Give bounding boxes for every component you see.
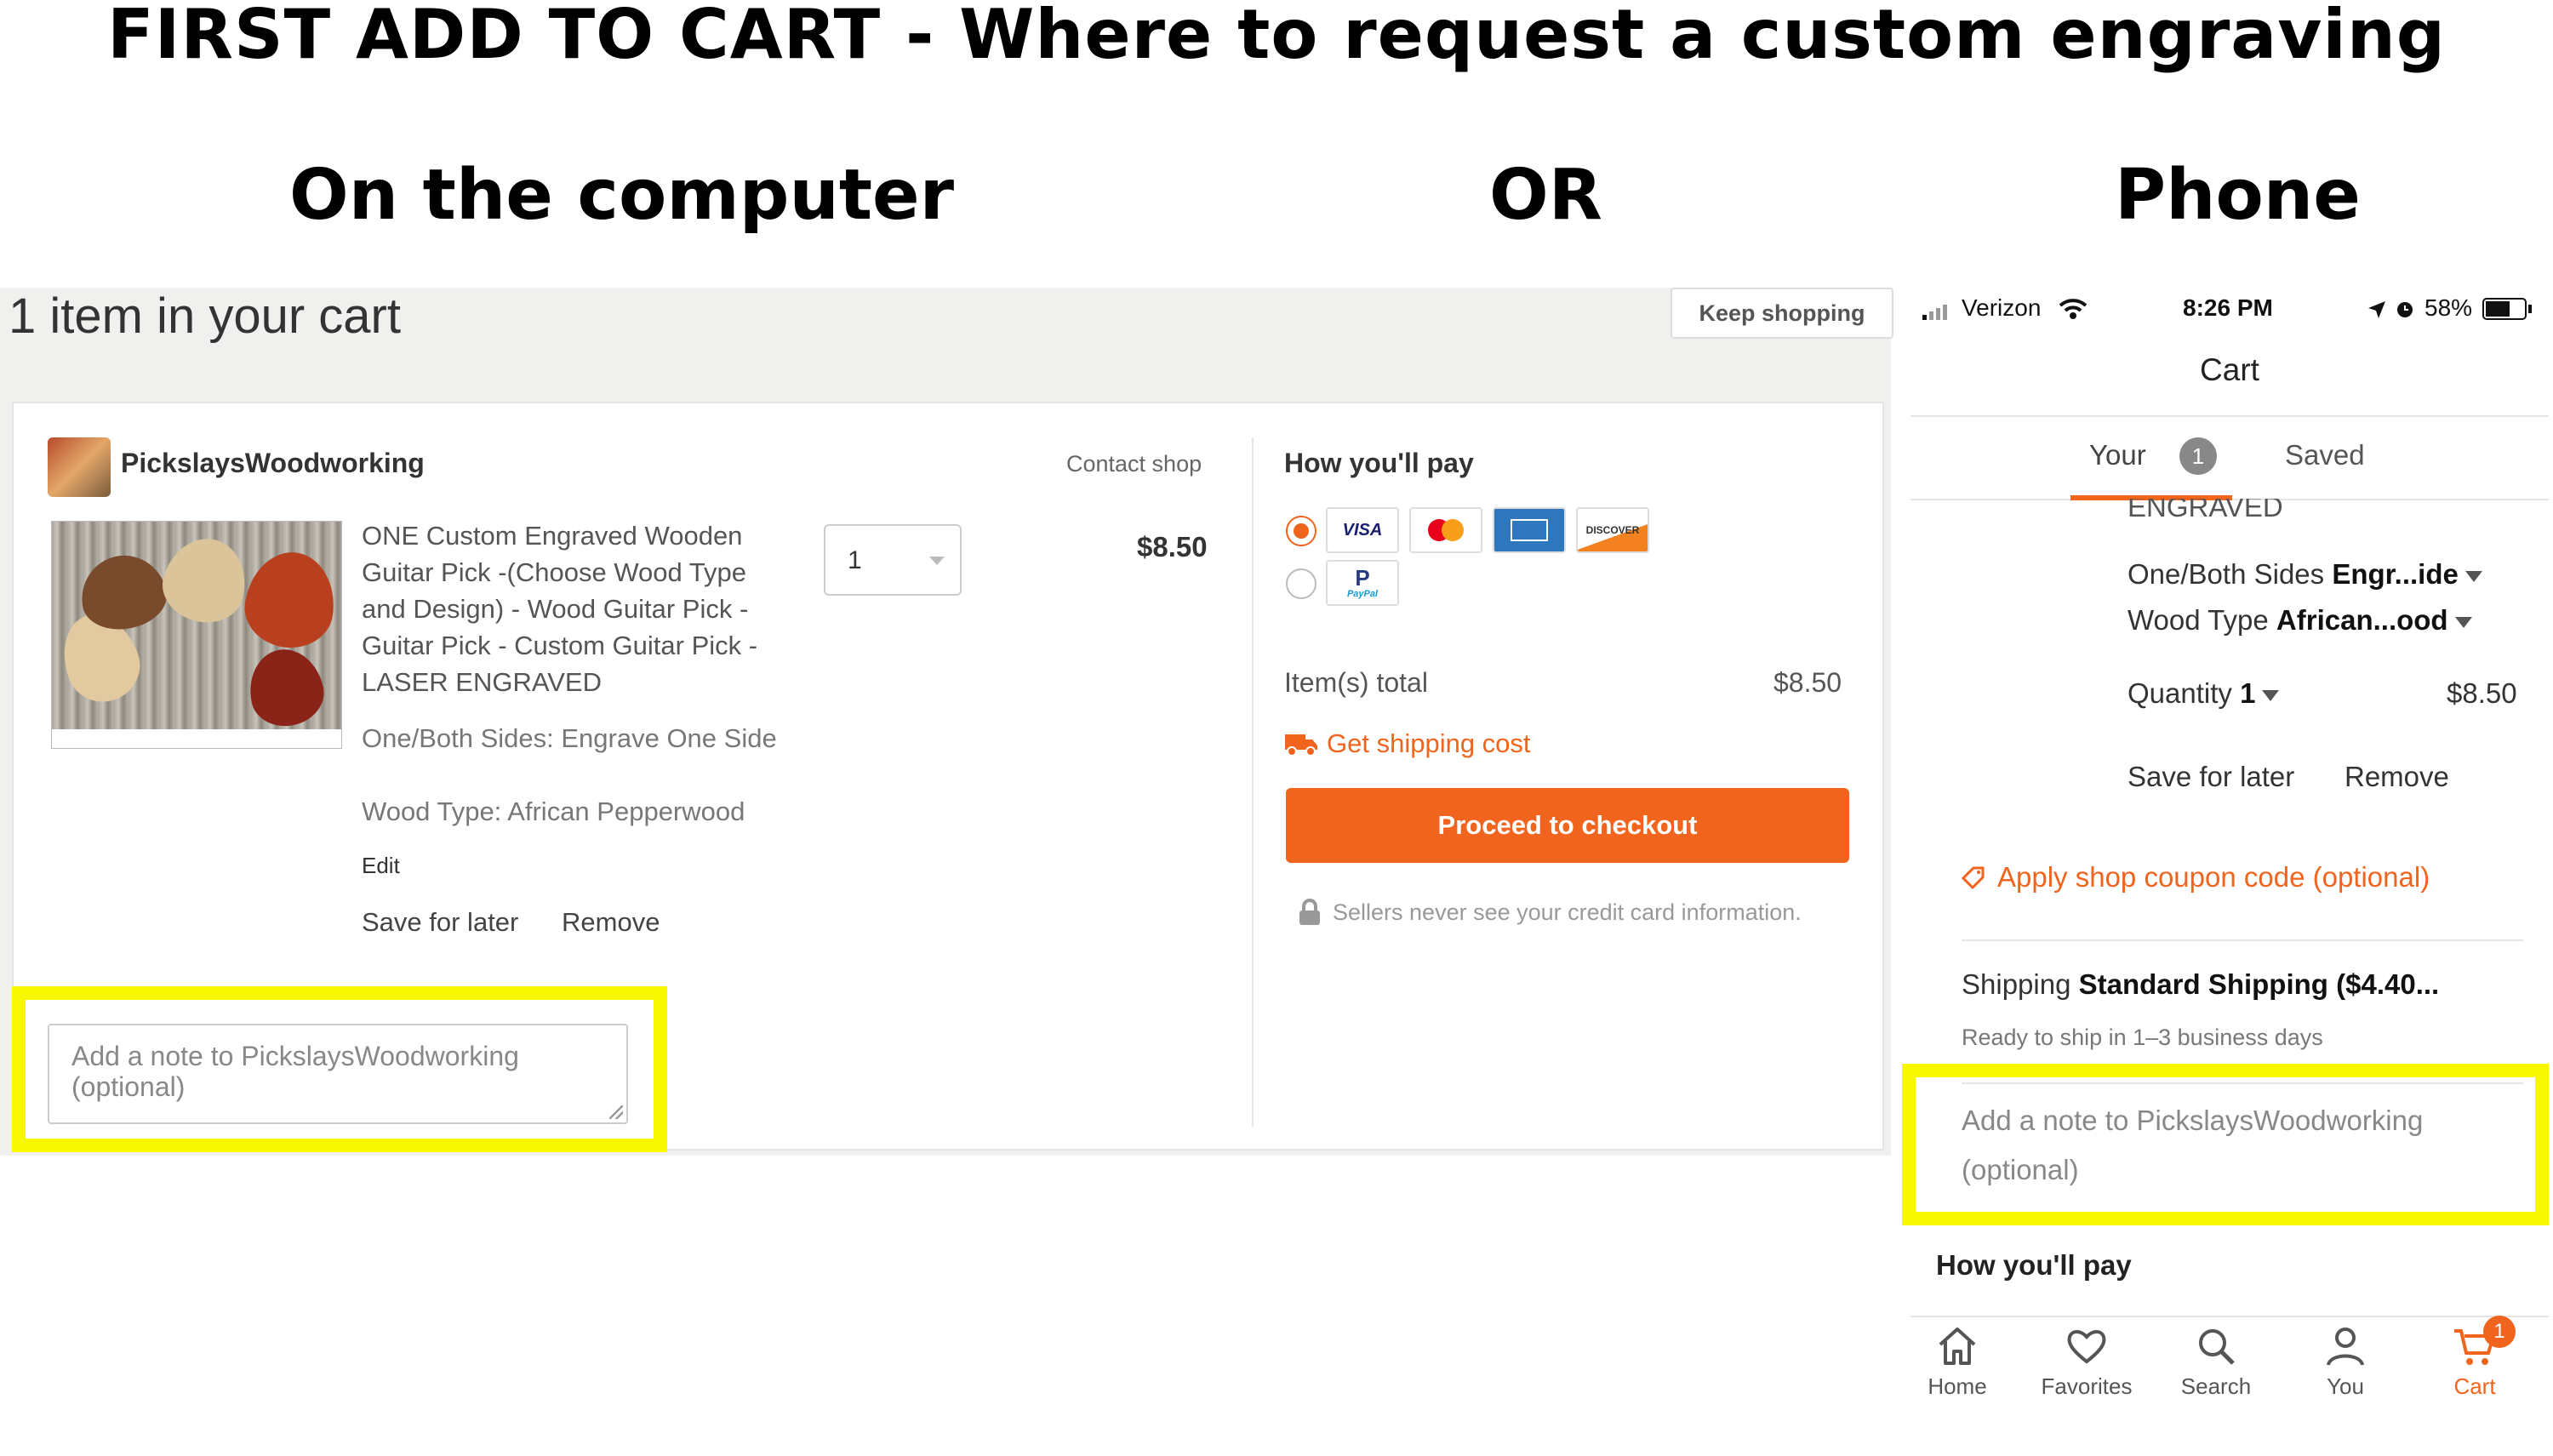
- apply-coupon-link[interactable]: Apply shop coupon code (optional): [1962, 861, 2430, 894]
- caret-down-icon: [2454, 616, 2472, 628]
- nav-home-label: Home: [1928, 1373, 1987, 1399]
- desktop-cart-screenshot: 1 item in your cart Keep shopping Picksl…: [0, 288, 1893, 1156]
- page-title: Cart: [2200, 352, 2259, 387]
- caret-down-icon: [2262, 689, 2280, 701]
- option-sides-label: One/Both Sides: [2128, 558, 2325, 590]
- paypal-icon: P PayPal: [1326, 560, 1399, 606]
- tab-saved[interactable]: Saved: [2285, 439, 2365, 471]
- mastercard-icon: [1409, 507, 1482, 553]
- option-wood-label: Wood Type: [2128, 604, 2269, 636]
- how-youll-pay-heading: How you'll pay: [1284, 448, 1474, 478]
- home-icon: [1939, 1328, 1976, 1365]
- secure-note: Sellers never see your credit card infor…: [1299, 899, 1802, 926]
- or-label: OR: [1489, 155, 1602, 236]
- cart-title: 1 item in your cart: [9, 288, 401, 344]
- quantity-label: Quantity: [2128, 677, 2232, 709]
- product-image[interactable]: [51, 521, 342, 749]
- amex-card-icon: [1493, 507, 1566, 553]
- alarm-icon: [2397, 302, 2413, 317]
- remove-link[interactable]: Remove: [562, 907, 660, 938]
- heart-icon: [2067, 1330, 2106, 1364]
- caret-down-icon: [2464, 570, 2482, 582]
- card-radio[interactable]: [1286, 516, 1316, 546]
- nav-you-label: You: [2327, 1373, 2364, 1399]
- phone-label: Phone: [2115, 155, 2361, 236]
- tag-icon: [1962, 866, 1985, 889]
- nav-favorites[interactable]: Favorites: [2040, 1324, 2133, 1400]
- shop-name[interactable]: PickslaysWoodworking: [121, 448, 425, 479]
- product-title[interactable]: ONE Custom Engraved Wooden Guitar Pick -…: [362, 517, 787, 700]
- truncated-title: ENGRAVED: [2128, 499, 2283, 519]
- search-icon: [2199, 1329, 2235, 1365]
- items-total-value: $8.50: [1773, 667, 1842, 698]
- option-sides-row[interactable]: One/Both Sides Engr...ide: [2128, 558, 2482, 591]
- secure-note-text: Sellers never see your credit card infor…: [1333, 899, 1802, 925]
- option-wood-type: Wood Type: African Pepperwood: [362, 797, 745, 826]
- items-total-label: Item(s) total: [1284, 667, 1428, 698]
- column-divider: [1252, 437, 1254, 1127]
- location-icon: [2368, 301, 2385, 318]
- save-for-later-link[interactable]: Save for later: [2128, 761, 2294, 793]
- ready-to-ship: Ready to ship in 1–3 business days: [1962, 1025, 2323, 1050]
- main-title: FIRST ADD TO CART - Where to request a c…: [106, 0, 2447, 74]
- user-icon: [2327, 1328, 2364, 1366]
- chevron-down-icon: [929, 557, 945, 565]
- lock-icon: [1299, 899, 1320, 925]
- option-sides-value: Engr...ide: [2332, 558, 2459, 590]
- nav-cart-label: Cart: [2453, 1373, 2496, 1399]
- clock: 8:26 PM: [2183, 294, 2273, 321]
- edit-link[interactable]: Edit: [362, 853, 400, 879]
- shipping-label: Shipping: [1962, 968, 2071, 1000]
- nav-search[interactable]: Search: [2169, 1324, 2263, 1400]
- note-highlight-box: [12, 986, 667, 1152]
- tab-your-label: Your: [2089, 439, 2146, 471]
- option-wood-row[interactable]: Wood Type African...ood: [2128, 604, 2472, 637]
- shipping-value: Standard Shipping ($4.40...: [2078, 968, 2440, 1000]
- discover-card-icon: DISCOVER: [1576, 507, 1649, 553]
- wifi-icon: [2059, 299, 2088, 319]
- shop-avatar[interactable]: [48, 437, 111, 497]
- battery-percent: 58%: [2424, 294, 2473, 321]
- shipping-cost-link[interactable]: Get shipping cost: [1284, 728, 1531, 759]
- cart-badge: 1: [2483, 1316, 2516, 1348]
- note-highlight-box: [1902, 1064, 2549, 1225]
- proceed-to-checkout-button[interactable]: Proceed to checkout: [1286, 788, 1849, 863]
- signal-icon: [1922, 305, 1947, 320]
- shipping-row[interactable]: Shipping Standard Shipping ($4.40...: [1962, 968, 2439, 1001]
- battery-icon: [2482, 298, 2527, 320]
- remove-link[interactable]: Remove: [2345, 761, 2449, 793]
- nav-home[interactable]: Home: [1910, 1324, 2004, 1400]
- quantity-value: 1: [2240, 677, 2256, 709]
- quantity-value: 1: [848, 546, 862, 574]
- nav-search-label: Search: [2180, 1373, 2252, 1399]
- apply-coupon-label: Apply shop coupon code (optional): [1997, 861, 2430, 893]
- option-wood-value: African...ood: [2276, 604, 2448, 636]
- paypal-label: PayPal: [1346, 589, 1379, 599]
- save-for-later-link[interactable]: Save for later: [362, 907, 518, 938]
- nav-you[interactable]: You: [2299, 1324, 2392, 1400]
- truck-icon: [1285, 734, 1317, 757]
- paypal-radio[interactable]: [1286, 568, 1316, 599]
- cart-count-badge: 1: [2179, 437, 2217, 475]
- quantity-row[interactable]: Quantity 1: [2128, 677, 2280, 710]
- phone-cart-screenshot: Verizon 8:26 PM 58% Cart Your 1 Saved EN…: [1902, 288, 2549, 1456]
- header-divider: [1910, 415, 2549, 417]
- shipping-cost-label: Get shipping cost: [1327, 728, 1531, 758]
- carrier: Verizon: [1962, 294, 2042, 321]
- how-youll-pay-heading: How you'll pay: [1936, 1249, 2132, 1281]
- tab-your-cart[interactable]: Your: [2089, 439, 2146, 471]
- item-price: $8.50: [2447, 677, 2517, 709]
- computer-label: On the computer: [289, 155, 955, 236]
- visa-card-icon: VISA: [1326, 507, 1399, 553]
- quantity-select[interactable]: 1: [824, 524, 962, 596]
- nav-cart[interactable]: 1 Cart: [2428, 1316, 2522, 1400]
- item-price: $8.50: [1137, 531, 1208, 562]
- keep-shopping-button[interactable]: Keep shopping: [1671, 288, 1893, 339]
- contact-shop-link[interactable]: Contact shop: [1066, 451, 1202, 477]
- nav-favorites-label: Favorites: [2041, 1373, 2133, 1399]
- option-sides: One/Both Sides: Engrave One Side: [362, 723, 777, 753]
